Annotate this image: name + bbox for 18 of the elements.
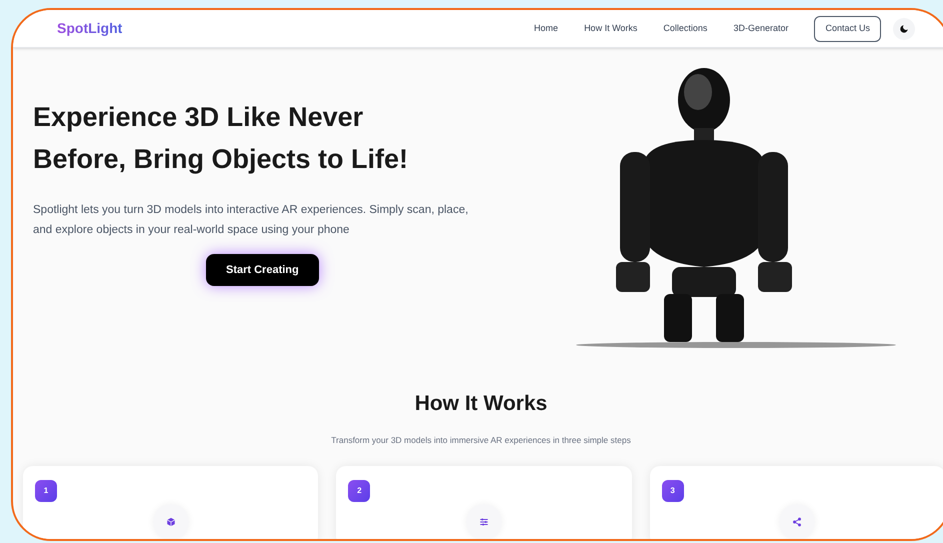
contact-us-button[interactable]: Contact Us <box>814 16 881 42</box>
sliders-icon <box>478 517 489 528</box>
nav-link[interactable]: Home <box>534 22 558 36</box>
nav-link[interactable]: How It Works <box>584 22 638 36</box>
dark-mode-toggle[interactable] <box>893 18 915 40</box>
section-heading: How It Works <box>414 391 548 417</box>
nav-link[interactable]: Collections <box>663 22 708 36</box>
step-number: 1 <box>35 480 57 502</box>
section-subtitle: Transform your 3D models into immersive AR experiences in three simple steps <box>331 434 631 446</box>
hero-heading: Experience 3D Like Never Before, Bring Objects to Life! <box>33 101 410 176</box>
step-number: 2 <box>348 480 370 502</box>
share-icon <box>792 517 802 528</box>
hero-description: Spotlight lets you turn 3D models into interactive AR experiences. Simply scan, place, and explore objects in your real-world space using your phone <box>33 203 470 238</box>
moon-icon <box>899 24 909 34</box>
step-number: 3 <box>662 480 684 502</box>
cube-icon <box>166 517 176 528</box>
start-creating-button[interactable]: Start Creating <box>206 254 319 286</box>
nav-link[interactable]: 3D-Generator <box>733 22 788 36</box>
